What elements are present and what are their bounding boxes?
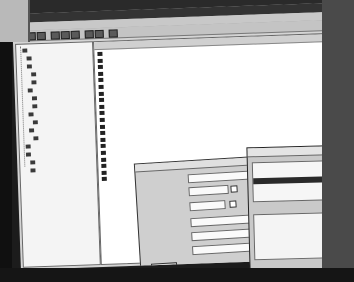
- folder-icon: [30, 160, 36, 165]
- file-icon: [99, 117, 105, 123]
- text-field[interactable]: [189, 200, 226, 212]
- file-icon: [101, 163, 107, 169]
- folder-icon: [31, 96, 38, 101]
- tree-item[interactable]: [27, 88, 35, 95]
- tree-item[interactable]: [26, 64, 34, 71]
- tree-item[interactable]: [30, 160, 37, 167]
- tree-item[interactable]: [32, 104, 39, 111]
- folder-tree[interactable]: [15, 41, 101, 268]
- file-icon: [100, 150, 106, 155]
- cut-icon[interactable]: [50, 31, 60, 40]
- folder-icon: [33, 136, 39, 141]
- tree-item[interactable]: [22, 48, 29, 55]
- checkbox[interactable]: [230, 185, 238, 193]
- file-icon: [101, 177, 107, 182]
- file-icon: [98, 91, 104, 96]
- tree-item[interactable]: [31, 96, 39, 103]
- tree-item[interactable]: [31, 80, 38, 87]
- file-icon: [97, 58, 103, 63]
- file-icon: [98, 84, 104, 90]
- tree-item[interactable]: [29, 128, 36, 135]
- text-field[interactable]: [188, 184, 229, 197]
- up-icon[interactable]: [36, 31, 46, 41]
- file-icon: [100, 131, 106, 136]
- folder-icon: [31, 80, 37, 85]
- folder-icon: [32, 120, 38, 125]
- file-icon: [98, 78, 104, 83]
- file-icon: [100, 144, 106, 149]
- tree-item[interactable]: [32, 120, 40, 127]
- drive-icon: [25, 152, 31, 157]
- tree-item[interactable]: [30, 168, 37, 175]
- folder-icon: [22, 48, 28, 53]
- folder-icon: [26, 56, 32, 61]
- file-icon: [98, 98, 105, 103]
- file-icon: [97, 65, 103, 70]
- drive-icon: [25, 144, 31, 149]
- copy-icon[interactable]: [60, 30, 70, 40]
- file-icon: [101, 170, 107, 175]
- view-icon[interactable]: [108, 29, 118, 38]
- folder-icon: [31, 72, 37, 77]
- monitor-bezel-left: [0, 20, 12, 282]
- folder-icon: [32, 104, 38, 109]
- tree-item[interactable]: [33, 136, 40, 143]
- tree-item[interactable]: [28, 112, 35, 119]
- file-icon: [98, 71, 104, 76]
- file-icon: [101, 157, 107, 162]
- monitor-sticker: [0, 0, 30, 42]
- file-icon: [99, 111, 105, 116]
- delete-icon[interactable]: [84, 30, 94, 39]
- checkbox[interactable]: [229, 200, 237, 208]
- file-icon: [97, 51, 103, 57]
- tree-item[interactable]: [26, 56, 33, 63]
- tree-item[interactable]: [31, 72, 38, 79]
- tree-item[interactable]: [25, 144, 33, 151]
- file-icon: [100, 137, 106, 142]
- folder-icon: [30, 168, 36, 173]
- file-icon: [99, 124, 106, 129]
- file-icon: [99, 104, 105, 109]
- folder-icon: [26, 64, 32, 69]
- monitor-bezel-right: [322, 0, 354, 282]
- tree-item[interactable]: [25, 152, 33, 159]
- folder-icon: [28, 112, 34, 117]
- folder-icon: [29, 128, 35, 133]
- paste-icon[interactable]: [70, 30, 80, 39]
- folder-icon: [27, 88, 33, 93]
- monitor-bezel-bottom: [0, 268, 354, 282]
- properties-icon[interactable]: [94, 29, 104, 39]
